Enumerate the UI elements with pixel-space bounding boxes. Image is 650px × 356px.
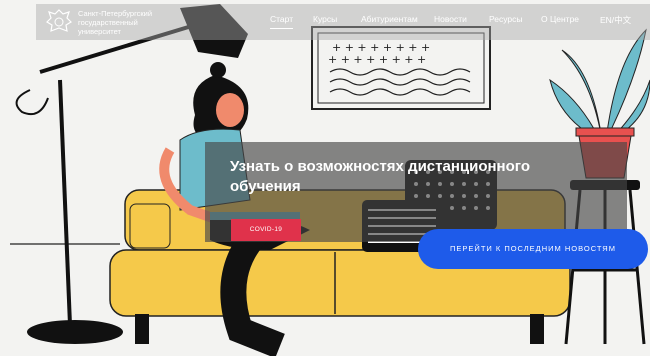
nav-resources[interactable]: Ресурсы [489,14,523,28]
nav-courses[interactable]: Курсы [313,14,337,28]
university-crest-icon[interactable] [44,8,74,36]
frame-symbols-row: + + + + + + + + [328,53,426,66]
nav-start[interactable]: Старт [270,14,294,29]
nav-about[interactable]: О Центре [541,14,579,28]
nav-language[interactable]: EN/中文 [600,14,631,28]
hero-section: + + + + + + + + + + + + + + + + Санкт-Пе… [0,0,650,356]
banner-title[interactable]: Узнать о возможностях дистанционного обу… [230,157,590,197]
covid-badge[interactable]: COVID-19 [231,219,301,241]
nav-applicants[interactable]: Абитуриентам [361,14,418,28]
university-name[interactable]: Санкт-Петербургский государственный унив… [78,9,228,36]
latest-news-button[interactable]: ПЕРЕЙТИ К ПОСЛЕДНИМ НОВОСТЯМ [418,229,648,269]
nav-news[interactable]: Новости [434,14,467,28]
